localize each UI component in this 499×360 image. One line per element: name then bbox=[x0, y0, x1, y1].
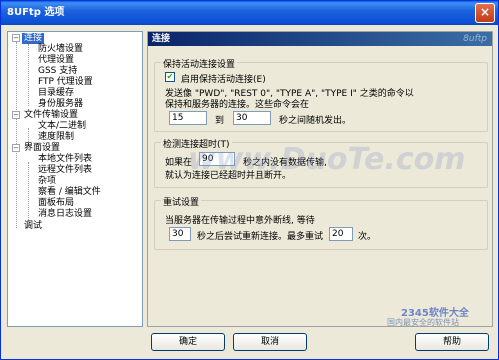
ok-button[interactable]: 确定 bbox=[151, 333, 225, 351]
tree-item-remote-list[interactable]: 远程文件列表 bbox=[38, 165, 92, 176]
collapse-icon[interactable]: − bbox=[12, 144, 20, 152]
retry-line1: 当服务器在传输过程中意外断线, 等待 bbox=[165, 216, 315, 226]
tree-item-log-settings[interactable]: 消息日志设置 bbox=[38, 209, 92, 220]
retry-count-input[interactable]: 20 bbox=[329, 227, 353, 241]
tree-connector bbox=[28, 44, 29, 106]
help-button[interactable]: 帮助 bbox=[415, 333, 489, 351]
tree-item-local-list[interactable]: 本地文件列表 bbox=[38, 154, 92, 165]
retry-group-title: 重试设置 bbox=[161, 195, 202, 208]
site-watermark: www.DuoTe.com bbox=[188, 142, 466, 177]
collapse-icon[interactable]: − bbox=[12, 34, 20, 42]
tree-item-proxy[interactable]: 代理设置 bbox=[38, 55, 74, 66]
settings-tree: − 连接 防火墙设置 代理设置 GSS 支持 FTP 代理设置 目录缓存 身份服… bbox=[7, 31, 143, 327]
connection-panel: 连接 8uftp 保持活动连接设置 ✔ 启用保持活动连接(E) 发送像 "PWD… bbox=[147, 31, 493, 327]
keepalive-to-input[interactable]: 30 bbox=[233, 111, 271, 125]
close-button[interactable]: × bbox=[475, 3, 495, 23]
tree-item-interface[interactable]: 界面设置 bbox=[24, 143, 60, 154]
retry-wait-input[interactable]: 30 bbox=[169, 227, 191, 241]
tree-item-gss[interactable]: GSS 支持 bbox=[38, 66, 77, 77]
window-title: 8UFtp 选项 bbox=[7, 7, 65, 18]
tree-item-text-binary[interactable]: 文本/二进制 bbox=[38, 121, 86, 132]
keepalive-suffix: 秒之间随机发出。 bbox=[279, 116, 352, 126]
brand-label: 8uftp bbox=[463, 34, 487, 44]
tree-item-connection[interactable]: 连接 bbox=[22, 33, 45, 44]
tree-connector bbox=[28, 162, 29, 226]
keepalive-group: 保持活动连接设置 ✔ 启用保持活动连接(E) 发送像 "PWD", "REST … bbox=[154, 57, 488, 132]
collapse-icon[interactable]: − bbox=[12, 111, 20, 119]
tree-item-dir-cache[interactable]: 目录缓存 bbox=[38, 88, 74, 99]
tree-item-firewall[interactable]: 防火墙设置 bbox=[38, 44, 83, 55]
tree-item-misc[interactable]: 杂项 bbox=[38, 176, 56, 187]
keepalive-to-label: 到 bbox=[215, 116, 225, 126]
keepalive-from-input[interactable]: 15 bbox=[169, 111, 207, 125]
tree-connector bbox=[16, 42, 17, 228]
tree-item-debug[interactable]: 调试 bbox=[24, 221, 42, 232]
retry-suffix: 次。 bbox=[358, 232, 377, 242]
corner-watermark-sub: 国内最安全的软件站 bbox=[387, 318, 459, 327]
options-dialog: 8UFtp 选项 × − 连接 防火墙设置 代理设置 GSS 支持 FTP 代理… bbox=[0, 0, 499, 360]
tree-item-ident-server[interactable]: 身份服务器 bbox=[38, 99, 83, 110]
panel-header: 连接 8uftp bbox=[148, 32, 492, 46]
retry-mid: 秒之后尝试重新连接。最多重试 bbox=[197, 232, 324, 242]
tree-item-speed-limit[interactable]: 速度限制 bbox=[38, 132, 74, 143]
tree-item-ftp-proxy[interactable]: FTP 代理设置 bbox=[38, 77, 93, 88]
panel-title: 连接 bbox=[152, 34, 171, 44]
retry-group: 重试设置 当服务器在传输过程中意外断线, 等待 30 秒之后尝试重新连接。最多重… bbox=[154, 195, 488, 250]
tree-item-view-edit[interactable]: 察看 / 编辑文件 bbox=[38, 187, 101, 198]
tree-item-panel-layout[interactable]: 面板布局 bbox=[38, 198, 74, 209]
title-bar: 8UFtp 选项 × bbox=[1, 1, 498, 25]
cancel-button[interactable]: 取消 bbox=[233, 333, 307, 351]
keepalive-desc-2: 保持和服务器的连接。这些命令会在 bbox=[165, 100, 310, 110]
keepalive-checkbox-label[interactable]: 启用保持活动连接(E) bbox=[181, 72, 266, 85]
keepalive-group-title: 保持活动连接设置 bbox=[161, 57, 238, 70]
keepalive-checkbox[interactable]: ✔ bbox=[165, 72, 175, 82]
tree-item-transfer[interactable]: 文件传输设置 bbox=[24, 110, 78, 121]
